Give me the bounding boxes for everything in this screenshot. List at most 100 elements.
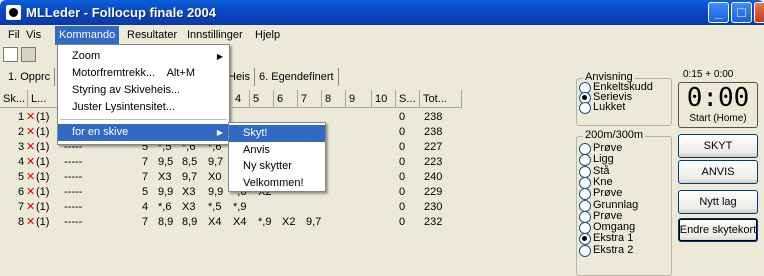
- radio-option[interactable]: Ligg: [577, 153, 614, 167]
- cell-s3: *,5: [208, 201, 222, 213]
- kommando-menu: Zoom ▶ Motorfremtrekk... Alt+M Styring av Sk…: [57, 44, 230, 145]
- kommando-menu-item[interactable]: Juster Lysintensitet...: [58, 99, 229, 116]
- grid-header[interactable]: Tot...: [420, 90, 462, 108]
- grid-header[interactable]: Sk...: [0, 90, 28, 108]
- grid-header[interactable]: 5: [250, 90, 274, 108]
- radio-option[interactable]: Lukket: [577, 101, 625, 114]
- grid-header[interactable]: L...: [28, 90, 58, 108]
- cell-s2: X3: [182, 186, 196, 198]
- submenu-arrow-icon: ▶: [216, 128, 223, 137]
- table-row[interactable]: 8 (1) ----- 7 8,9 8,9 X4 X4 *,9 X2 9,7 0 232 ✕: [0, 215, 470, 230]
- anvis-button[interactable]: ANVIS: [678, 160, 758, 184]
- radio-option[interactable]: Grunnlag: [577, 199, 638, 212]
- menu-item-label: Motorfremtrekk...: [72, 67, 156, 79]
- radio-option[interactable]: Kne: [577, 176, 613, 189]
- cell-name: -----: [64, 171, 83, 183]
- cell-lane: (1): [36, 186, 50, 198]
- cell-lane: (1): [36, 111, 50, 123]
- cell-lane: (1): [36, 216, 50, 228]
- skyt-button[interactable]: SKYT: [678, 134, 758, 158]
- app-icon[interactable]: [6, 5, 21, 20]
- shortcut-label: Alt+M: [166, 67, 195, 79]
- radio-option[interactable]: Prøve: [577, 142, 622, 155]
- cell-num: 1: [18, 111, 25, 123]
- radio-option[interactable]: Prøve: [577, 210, 622, 223]
- submenu-arrow-icon: ▶: [216, 52, 223, 61]
- menu-fil[interactable]: Fil: [4, 28, 24, 44]
- menu-hjelp[interactable]: Hjelp: [251, 28, 284, 44]
- kommando-menu-item[interactable]: Styring av Skiveheis...: [58, 82, 229, 99]
- error-x-icon[interactable]: ✕: [26, 200, 35, 215]
- cell-lane: (1): [36, 156, 50, 168]
- kommando-menu-item[interactable]: Zoom ▶: [58, 48, 229, 65]
- close-button[interactable]: [754, 2, 764, 23]
- menu-item-label: for en skive: [72, 126, 129, 138]
- refresh-icon[interactable]: [3, 47, 18, 62]
- radio-option[interactable]: Omgang: [577, 221, 635, 235]
- grid-header[interactable]: 10: [372, 90, 396, 108]
- print-icon[interactable]: [21, 47, 36, 62]
- nytt-lag-button[interactable]: Nytt lag: [678, 190, 758, 214]
- window-title: MLLeder - Follocup finale 2004: [26, 5, 216, 20]
- submenu-item[interactable]: Ny skytter: [229, 158, 325, 175]
- error-x-icon[interactable]: ✕: [26, 170, 35, 185]
- cell-s5: *,9: [258, 216, 272, 228]
- minimize-button[interactable]: _: [708, 2, 729, 23]
- cell-s1: 8,9: [158, 216, 174, 228]
- radio-option[interactable]: Stå: [577, 165, 610, 178]
- menu-resultater[interactable]: Resultater: [123, 28, 181, 44]
- clock-display[interactable]: 0:00 Start (Home): [678, 82, 758, 128]
- grid-header[interactable]: S...: [396, 90, 420, 108]
- submenu-item[interactable]: Anvis: [229, 142, 325, 159]
- grid-header[interactable]: 8: [322, 90, 346, 108]
- radio-option[interactable]: Ekstra 2: [577, 244, 633, 257]
- error-x-icon[interactable]: ✕: [26, 110, 35, 125]
- radio-option[interactable]: Ekstra 1: [577, 232, 633, 246]
- menu-vis[interactable]: Vis: [22, 28, 45, 44]
- error-x-icon[interactable]: ✕: [26, 140, 35, 155]
- grid-header[interactable]: 7: [298, 90, 322, 108]
- cell-s4: X4: [233, 216, 247, 228]
- cell-num: 7: [18, 201, 25, 213]
- cell-s: 0: [399, 156, 406, 168]
- tab-egendefinert[interactable]: 6. Egendefinert: [255, 68, 339, 86]
- radio-option[interactable]: Prøve: [577, 187, 622, 201]
- cell-s: 0: [399, 201, 406, 213]
- cell-s1: *,6: [158, 201, 172, 213]
- kommando-menu-item[interactable]: for en skive ▶: [58, 124, 229, 141]
- time-label: 0:15 + 0:00: [683, 69, 734, 80]
- for-en-skive-submenu: Skyt! Anvis Ny skytter Velkommen!: [228, 122, 326, 192]
- error-x-icon[interactable]: ✕: [26, 125, 35, 140]
- table-row[interactable]: 7 (1) ----- 4 *,6 X3 *,5 *,9 0 230 ✕: [0, 200, 470, 215]
- maximize-button[interactable]: □: [731, 2, 752, 23]
- tab-opprop[interactable]: 1. Opprc: [4, 68, 56, 86]
- menu-innstillinger[interactable]: Innstillinger: [183, 28, 247, 44]
- cell-total: 238: [424, 111, 443, 123]
- cell-name: -----: [64, 201, 83, 213]
- endre-skytekort-button[interactable]: Endre skytekort: [678, 218, 758, 242]
- cell-s3: 9,9: [208, 186, 224, 198]
- cell-shots: 4: [142, 201, 149, 213]
- cell-s: 0: [399, 216, 406, 228]
- submenu-item[interactable]: Skyt!: [229, 125, 325, 142]
- error-x-icon[interactable]: ✕: [26, 215, 35, 230]
- menu-kommando[interactable]: Kommando: [55, 26, 120, 45]
- cell-lane: (1): [36, 201, 50, 213]
- cell-shots: 7: [142, 216, 149, 228]
- cell-total: 238: [424, 126, 443, 138]
- error-x-icon[interactable]: ✕: [26, 185, 35, 200]
- kommando-menu-item[interactable]: Motorfremtrekk... Alt+M: [58, 65, 229, 82]
- error-x-icon[interactable]: ✕: [26, 155, 35, 170]
- cell-name: -----: [64, 186, 83, 198]
- title-bar: MLLeder - Follocup finale 2004 _ □: [0, 0, 764, 25]
- menu-bar: Fil Vis Kommando Resultater Innstillinger Hje…: [0, 25, 764, 45]
- cell-s2: 8,5: [182, 156, 198, 168]
- grid-header[interactable]: 4: [232, 90, 250, 108]
- grid-header[interactable]: 9: [346, 90, 372, 108]
- clock-digits: 0:00: [686, 83, 750, 113]
- submenu-item[interactable]: Velkommen!: [229, 175, 325, 192]
- cell-s6: X2: [282, 216, 296, 228]
- cell-total: 227: [424, 141, 443, 153]
- cell-shots: 7: [142, 156, 149, 168]
- grid-header[interactable]: 6: [274, 90, 298, 108]
